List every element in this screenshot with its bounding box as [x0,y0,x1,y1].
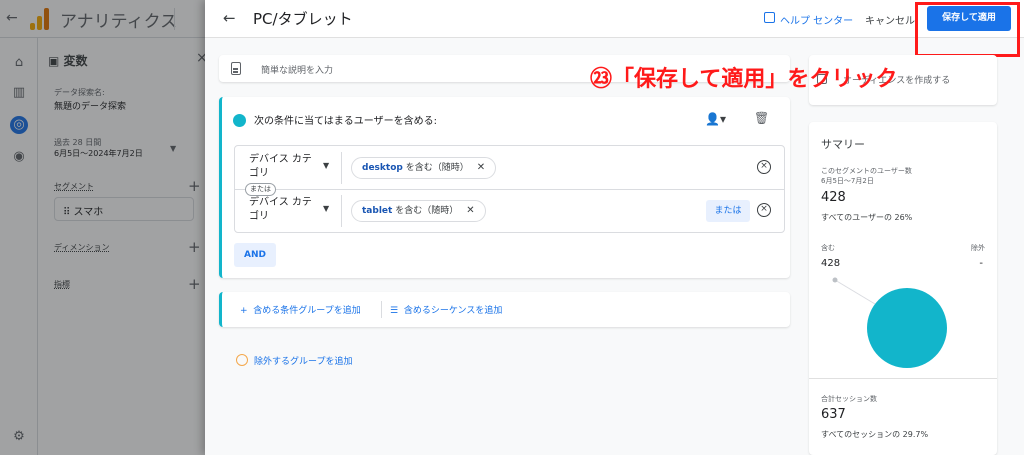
close-icon[interactable]: ✕ [477,162,485,173]
users-label: このセグメントのユーザー数 [821,167,912,175]
modal-overlay [0,0,205,455]
help-center-link[interactable]: ヘルプ センター [780,12,853,27]
pie-leader-dot [832,277,838,283]
dimension-name[interactable]: デバイス カテゴリ [249,153,319,181]
or-tag: または [245,183,276,196]
users-value: 428 [821,190,846,205]
back-arrow-icon[interactable]: ← [223,9,236,27]
sessions-value: 637 [821,407,846,422]
sessions-label: 合計セッション数 [821,395,877,403]
exclude-value: - [979,258,983,269]
add-include-sequence-link[interactable]: ☰ 含めるシーケンスを追加 [390,303,502,316]
plus-icon: + [240,306,248,316]
add-exclude-group-link[interactable]: 除外するグループを追加 [254,354,352,367]
users-date: 6月5日～7月2日 [821,177,874,185]
summary-title: サマリー [821,138,865,151]
user-scope-icon[interactable]: 👤▾ [705,112,726,126]
add-group-bar: + 含める条件グループを追加 ☰ 含めるシーケンスを追加 [219,292,790,327]
include-label: 含む [821,244,835,252]
condition-header: 次の条件に当てはまるユーザーを含める: [254,116,437,127]
sessions-pct: すべてのセッションの 29.7% [821,430,929,439]
chevron-down-icon[interactable]: ▼ [323,204,329,213]
summary-divider [809,378,997,379]
divider [381,301,382,318]
users-pct: すべてのユーザーの 26% [821,213,913,222]
remove-row-icon[interactable]: × [757,160,771,174]
dimension-name[interactable]: デバイス カテゴリ [249,196,319,224]
or-button[interactable]: または [706,200,750,222]
exclude-circle-icon [236,354,248,366]
description-placeholder: 簡単な説明を入力 [261,66,334,76]
row-divider [235,189,784,190]
sequence-icon: ☰ [390,306,399,316]
open-external-icon [764,12,775,23]
users-pie-chart [832,277,947,368]
remove-row-icon[interactable]: × [757,203,771,217]
save-button-highlight [915,2,1020,57]
dialog-header: ← PC/タブレット ヘルプ センター キャンセル 保存して適用 [205,0,1024,38]
row-divider-vertical [341,152,342,184]
row-divider-vertical [341,195,342,227]
include-condition-group: 次の条件に当てはまるユーザーを含める: 👤▾ 🗑 デバイス カテゴリ ▼ des… [219,97,790,278]
condition-chip[interactable]: tablet を含む（随時） ✕ [351,200,486,222]
summary-card: サマリー このセグメントのユーザー数 6月5日～7月2日 428 すべてのユーザ… [809,122,997,455]
close-icon[interactable]: ✕ [466,205,474,216]
description-icon [231,62,241,75]
cancel-button[interactable]: キャンセル [865,12,915,27]
segment-builder-dialog: ← PC/タブレット ヘルプ センター キャンセル 保存して適用 簡単な説明を入… [205,0,1024,455]
chevron-down-icon[interactable]: ▼ [323,161,329,170]
group-color-dot [233,114,246,127]
pie-slice [867,288,947,368]
add-include-group-link[interactable]: + 含める条件グループを追加 [240,303,361,316]
delete-group-icon[interactable]: 🗑 [754,111,769,125]
and-button[interactable]: AND [234,243,276,267]
exclude-label: 除外 [971,244,985,252]
segment-title[interactable]: PC/タブレット [253,8,353,29]
annotation-callout: ㉓「保存して適用」をクリック [590,67,898,92]
filter-rows: デバイス カテゴリ ▼ desktop を含む（随時） ✕ × または デバイス … [234,145,785,233]
condition-chip[interactable]: desktop を含む（随時） ✕ [351,157,497,179]
include-value: 428 [821,258,841,269]
